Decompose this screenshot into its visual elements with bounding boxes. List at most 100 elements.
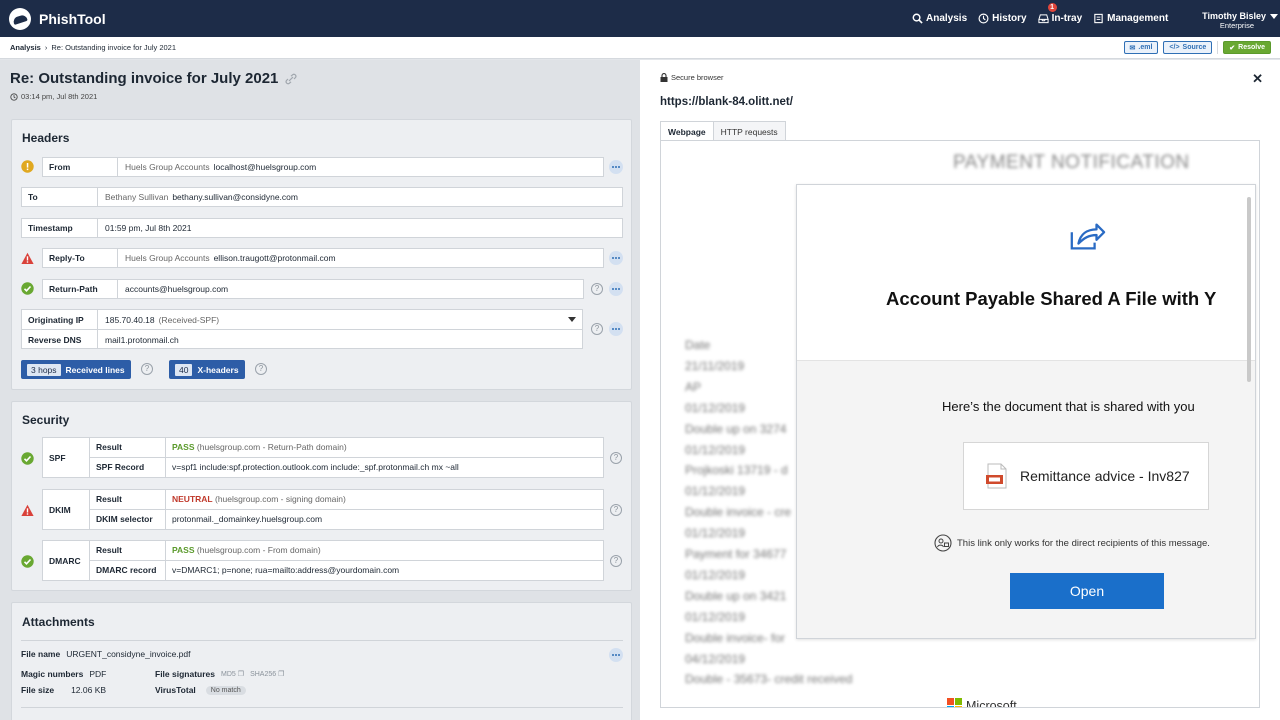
webpage-view[interactable]: PAYMENT NOTIFICATION Date 21/11/2019 AP 01/…	[660, 140, 1260, 708]
source-button[interactable]: </> Source	[1163, 41, 1213, 54]
size-row: File size 12.06 KB	[21, 685, 106, 695]
background-list-item: 01/12/2019	[685, 484, 746, 499]
help-icon[interactable]: ?	[591, 283, 603, 295]
background-list-item: 01/12/2019	[685, 609, 746, 624]
from-email[interactable]: localhost@huelsgroup.com	[214, 162, 317, 172]
md5-hash[interactable]: MD5 ❐	[221, 670, 244, 679]
search-icon	[912, 13, 923, 24]
xheaders-label: X-headers	[197, 364, 239, 375]
divider	[1217, 41, 1219, 54]
microsoft-icon	[947, 698, 962, 707]
nav-analysis[interactable]: Analysis	[912, 13, 967, 24]
help-icon[interactable]: ?	[610, 504, 622, 516]
document-card[interactable]: Remittance advice - Inv827	[963, 442, 1209, 510]
background-list-item: Date	[685, 338, 711, 352]
x-headers-button[interactable]: 40 X-headers	[169, 360, 245, 379]
originating-ip-value[interactable]: 185.70.40.18	[98, 315, 155, 325]
eml-button[interactable]: ✉ .eml	[1123, 41, 1159, 54]
file-name-label: File name	[21, 649, 61, 659]
reply-to-more-button[interactable]	[609, 251, 623, 265]
background-title: PAYMENT NOTIFICATION	[953, 152, 1190, 173]
browser-url[interactable]: https://blank-84.olitt.net/	[660, 96, 793, 108]
nav-intray-label: In-tray	[1051, 13, 1083, 24]
dmarc-result: PASS	[172, 545, 195, 556]
sub-toolbar: Analysis › Re: Outstanding invoice for J…	[0, 37, 1280, 59]
divider	[21, 707, 623, 708]
signatures-row: File signatures MD5 ❐ SHA256 ❐	[155, 669, 284, 679]
breadcrumb-root[interactable]: Analysis	[10, 43, 41, 52]
sha256-label: SHA256	[250, 670, 277, 678]
nav-analysis-label: Analysis	[926, 13, 968, 24]
help-icon[interactable]: ?	[255, 363, 267, 375]
phishtool-logo-icon	[9, 7, 31, 30]
dmarc-result-note: (huelsgroup.com - From domain)	[196, 545, 321, 556]
dkim-result: NEUTRAL	[172, 494, 213, 505]
modal-header: Account Payable Shared A File with Y	[797, 185, 1255, 361]
app-logo[interactable]: PhishTool	[9, 7, 106, 30]
breadcrumb: Analysis › Re: Outstanding invoice for J…	[10, 43, 176, 52]
dmarc-row: DMARC Result PASS (huelsgroup.com - From …	[42, 540, 604, 581]
people-lock-icon	[934, 534, 952, 552]
ip-more-button[interactable]	[609, 322, 623, 336]
reply-to-email[interactable]: ellison.traugott@protonmail.com	[214, 253, 336, 263]
close-icon[interactable]: ✕	[1252, 71, 1263, 87]
timestamp-row: Timestamp 01:59 pm, Jul 8th 2021	[21, 218, 623, 238]
timestamp-value: 01:59 pm, Jul 8th 2021	[105, 223, 192, 233]
alert-triangle-icon	[21, 504, 34, 516]
attachments-card: Attachments File name URGENT_considyne_i…	[11, 602, 632, 720]
help-icon[interactable]: ?	[591, 323, 603, 335]
return-path-row: Return-Path accounts@huelsgroup.com	[42, 279, 584, 299]
user-menu[interactable]: Timothy Bisley Enterprise	[1202, 11, 1278, 31]
document-title: Here’s the document that is shared with …	[942, 399, 1195, 414]
to-email[interactable]: bethany.sullivan@considyne.com	[172, 192, 298, 202]
virustotal-status: No match	[205, 685, 246, 695]
received-lines-button[interactable]: 3 hops Received lines	[21, 360, 131, 379]
spf-label: SPF	[43, 438, 90, 477]
help-icon[interactable]: ?	[610, 452, 622, 464]
document-icon	[1094, 13, 1103, 24]
open-button[interactable]: Open	[1010, 573, 1164, 609]
tab-http-requests[interactable]: HTTP requests	[712, 121, 786, 141]
resolve-button[interactable]: ✔ Resolve	[1223, 41, 1271, 54]
tab-webpage[interactable]: Webpage	[660, 121, 713, 141]
code-icon: </>	[1169, 44, 1180, 51]
from-label: From	[43, 158, 118, 176]
ip-block: Originating IP 185.70.40.18 (Received-SP…	[21, 309, 583, 349]
background-list-item: Double up on 3274	[685, 421, 787, 436]
microsoft-label: Microsoft	[966, 698, 1017, 708]
chevron-down-icon[interactable]	[568, 317, 576, 322]
file-name-value[interactable]: URGENT_considyne_invoice.pdf	[66, 649, 190, 659]
return-path-more-button[interactable]	[609, 282, 623, 296]
dmarc-label: DMARC	[43, 541, 90, 580]
background-list-item: Double invoice- for	[685, 630, 786, 645]
clock-icon	[978, 13, 989, 24]
return-path-value[interactable]: accounts@huelsgroup.com	[118, 284, 235, 294]
check-icon: ✔	[1229, 44, 1236, 52]
alert-triangle-icon	[21, 252, 34, 264]
headers-title: Headers	[22, 131, 70, 145]
nav-history[interactable]: History	[978, 13, 1027, 24]
nav-intray[interactable]: 1 In-tray	[1037, 3, 1083, 24]
magic-value: PDF	[89, 669, 107, 679]
check-circle-icon	[21, 555, 34, 568]
signatures-label: File signatures	[155, 669, 215, 679]
link-note-text: This link only works for the direct reci…	[957, 537, 1210, 549]
return-path-label: Return-Path	[43, 280, 118, 298]
nav-management[interactable]: Management	[1093, 13, 1168, 24]
sha256-hash[interactable]: SHA256 ❐	[250, 670, 284, 679]
background-list-item: Double invoice - cre	[685, 505, 792, 520]
clock-icon	[10, 92, 18, 101]
help-icon[interactable]: ?	[141, 363, 153, 375]
to-name: Bethany Sullivan	[105, 192, 169, 202]
chevron-right-icon: ›	[44, 43, 48, 52]
user-name: Timothy Bisley	[1202, 11, 1266, 21]
tray-icon	[1037, 14, 1049, 24]
scrollbar[interactable]	[1247, 197, 1251, 382]
attachment-more-button[interactable]	[609, 648, 623, 662]
timestamp-label: Timestamp	[22, 219, 98, 237]
link-icon[interactable]	[284, 73, 298, 85]
help-icon[interactable]: ?	[610, 555, 622, 567]
dkim-result-note: (huelsgroup.com - signing domain)	[214, 494, 346, 505]
top-nav: PhishTool Analysis History 1 In-tray Man…	[0, 0, 1280, 37]
from-more-button[interactable]	[609, 160, 623, 174]
